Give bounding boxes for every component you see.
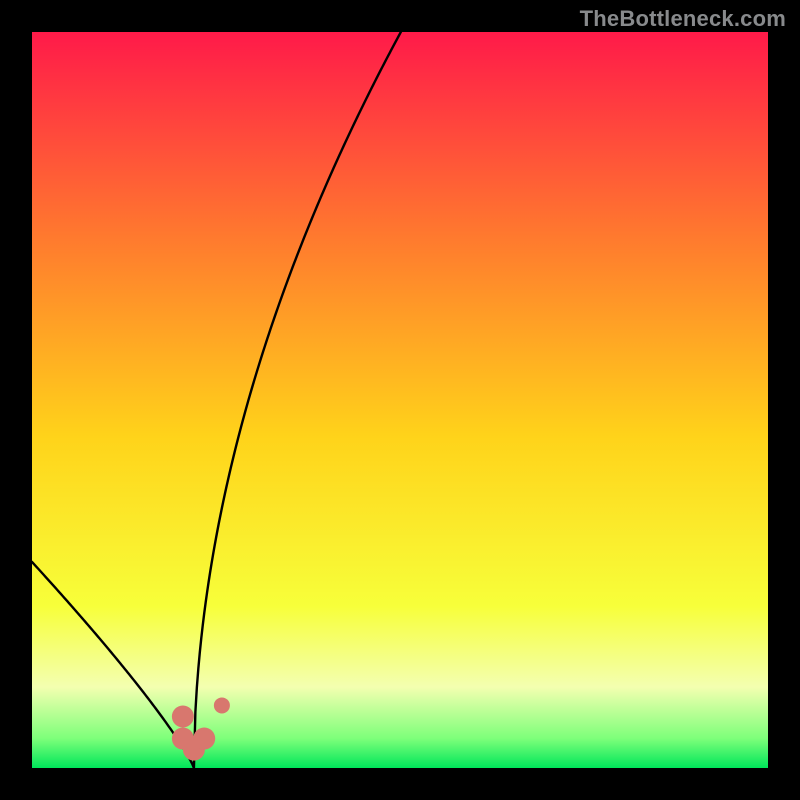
markers-group <box>172 697 230 760</box>
watermark-text: TheBottleneck.com <box>580 6 786 32</box>
bottleneck-curve <box>32 32 768 768</box>
marker-left-upper <box>172 705 194 727</box>
marker-right-lower <box>193 728 215 750</box>
chart-svg <box>32 32 768 768</box>
outer-frame: TheBottleneck.com <box>0 0 800 800</box>
marker-right-dot <box>214 697 230 713</box>
plot-area <box>32 32 768 768</box>
